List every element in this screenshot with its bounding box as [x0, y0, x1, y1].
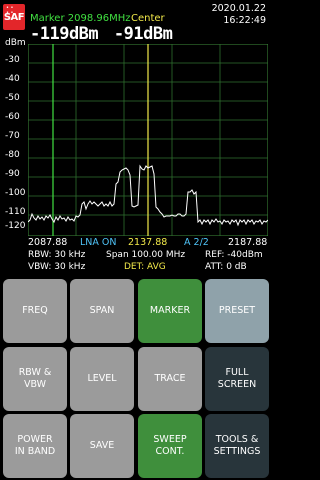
preset-button[interactable]: PRESET [205, 279, 269, 343]
date: 2020.01.22 [211, 3, 266, 14]
marker-frequency-readout: Marker 2098.96MHz [30, 13, 131, 24]
power-in-band-button[interactable]: POWER IN BAND [3, 414, 67, 478]
attenuation: ATT: 0 dB [205, 262, 247, 272]
level-readout: -119dBm -91dBm [30, 24, 173, 44]
datetime: 2020.01.22 16:22:49 [212, 3, 266, 27]
marker-level: -119dBm [30, 24, 99, 44]
trace-button[interactable]: TRACE [138, 347, 202, 411]
detector-mode: DET: AVG [124, 262, 166, 272]
y-tick: -50 [5, 93, 20, 103]
y-tick: -30 [5, 55, 20, 65]
save-button[interactable]: SAVE [70, 414, 134, 478]
time: 16:22:49 [223, 15, 266, 26]
y-tick: -120 [5, 221, 26, 231]
y-tick: -110 [5, 207, 26, 217]
level-button[interactable]: LEVEL [70, 347, 134, 411]
trace-page: A 2/2 [184, 237, 209, 248]
freq-button[interactable]: FREQ [3, 279, 67, 343]
center-level: -91dBm [113, 24, 173, 44]
rbw-value: RBW: 30 kHz [28, 250, 86, 260]
ref-level: REF: -40dBm [205, 250, 263, 260]
center-frequency: 2137.88 [128, 237, 168, 248]
y-tick: -60 [5, 112, 20, 122]
stop-frequency: 2187.88 [228, 237, 268, 248]
full-screen-button[interactable]: FULL SCREEN [205, 347, 269, 411]
y-tick: -100 [5, 188, 26, 198]
vbw-value: VBW: 30 kHz [28, 262, 86, 272]
start-frequency: 2087.88 [28, 237, 68, 248]
logo-text: SAF [3, 12, 25, 23]
center-label: Center [131, 13, 165, 24]
y-tick: -40 [5, 74, 20, 84]
y-tick: -80 [5, 150, 20, 160]
rbw-vbw-button[interactable]: RBW & VBW [3, 347, 67, 411]
lna-status: LNA ON [80, 237, 117, 248]
unit-label: dBm [5, 38, 26, 48]
marker-button[interactable]: MARKER [138, 279, 202, 343]
y-tick: -70 [5, 131, 20, 141]
tools-settings-button[interactable]: TOOLS & SETTINGS [205, 414, 269, 478]
saf-logo: • • • • SAF [3, 4, 25, 30]
span-button[interactable]: SPAN [70, 279, 134, 343]
y-tick: -90 [5, 169, 20, 179]
sweep-cont-button[interactable]: SWEEP CONT. [138, 414, 202, 478]
span-value: Span 100.00 MHz [106, 250, 186, 260]
spectrum-plot[interactable] [28, 44, 268, 236]
